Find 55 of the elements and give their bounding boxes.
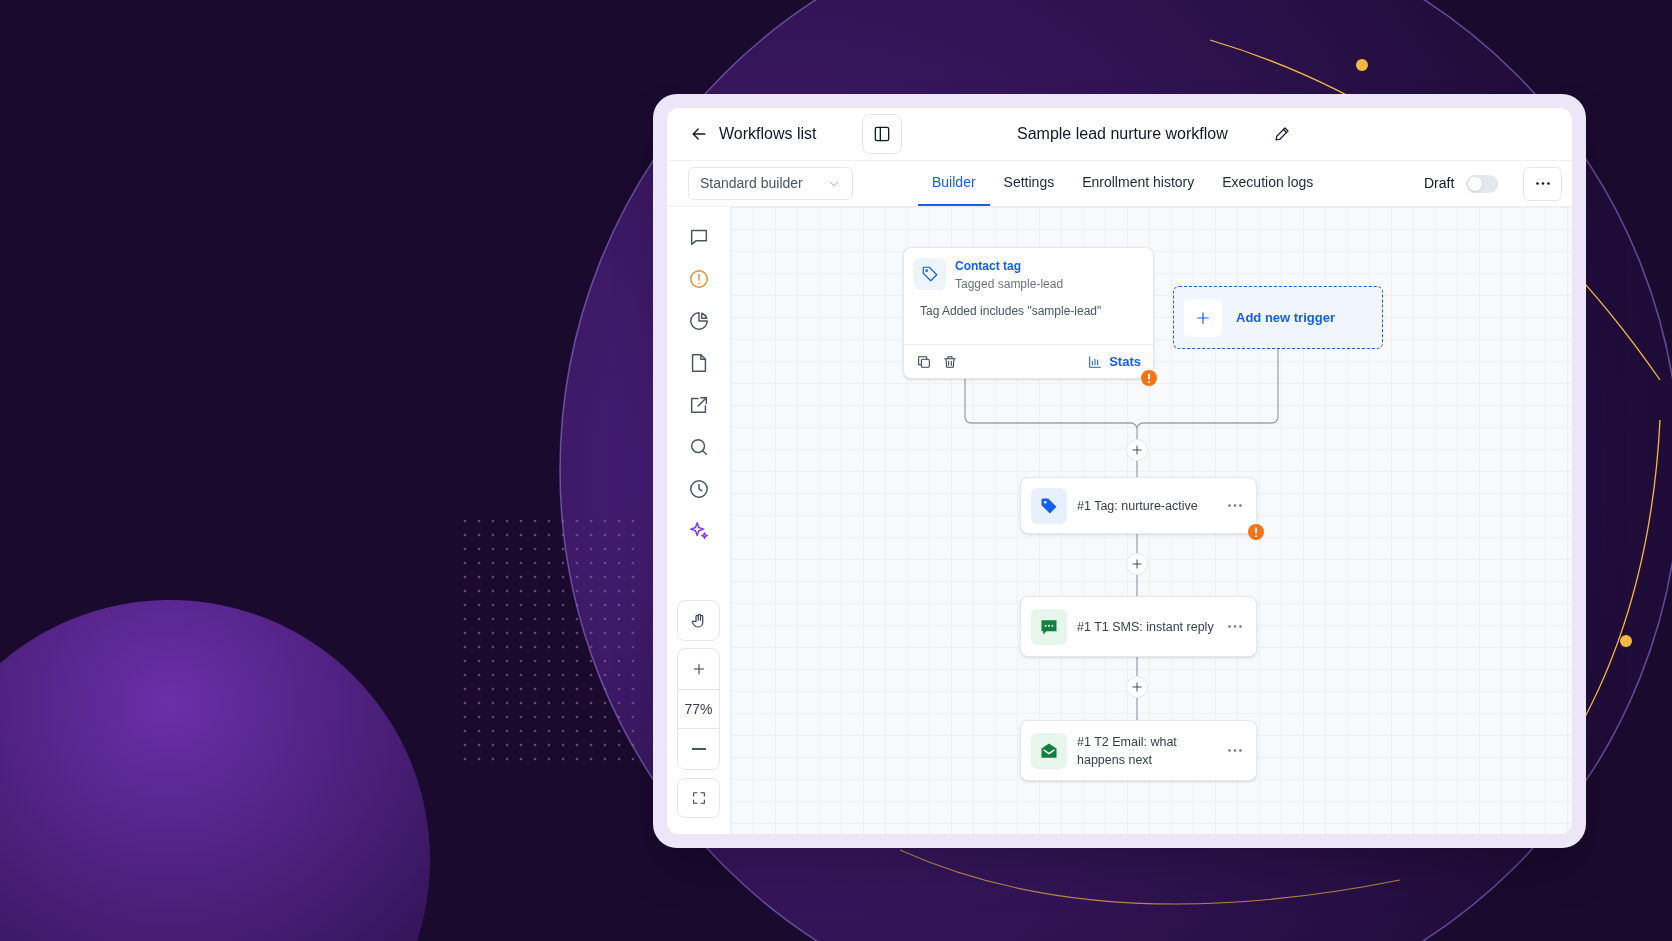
copy-icon [916,353,932,370]
fit-view-button[interactable] [677,778,720,818]
action-card[interactable]: #1 T1 SMS: instant reply [1020,596,1257,657]
add-trigger-button[interactable]: Add new trigger [1173,286,1383,349]
stats-button[interactable]: Stats [1087,351,1141,372]
expand-icon [690,790,707,806]
trigger-card[interactable]: Contact tag Tagged sample-lead Tag Added includes "sample-lead" Stats [903,247,1154,379]
action-label: #1 Tag: nurture-active [1077,497,1199,515]
tab[interactable]: Execution logs [1208,161,1328,206]
connector-line [1136,697,1138,721]
warning-icon [687,268,710,290]
pencil-icon [1273,125,1291,143]
zoom-level: 77% [678,689,719,729]
more-icon [1228,504,1242,507]
more-icon [1535,182,1550,185]
trigger-condition: Tag Added includes "sample-lead" [919,303,1103,320]
plus-icon [1130,557,1144,571]
action-label: #1 T1 SMS: instant reply [1077,618,1214,636]
sidebar-icon [872,124,892,144]
builder-select[interactable]: Standard builder [688,167,853,200]
more-icon [1228,625,1242,628]
add-step-button[interactable] [1126,439,1148,461]
connector-line [1136,533,1138,554]
tag-icon [921,265,939,283]
trigger-title: Contact tag [955,258,1022,274]
action-card[interactable]: #1 Tag: nurture-active [1020,477,1257,534]
back-link[interactable]: Workflows list [689,122,817,146]
bar-chart-icon [1087,353,1104,370]
window-title: Sample lead nurture workflow [1017,124,1228,144]
connector-line [1136,656,1138,677]
minus-icon [691,748,706,750]
add-step-button[interactable] [1126,553,1148,575]
pie-chart-icon [687,310,710,332]
clock-icon [687,478,710,500]
delete-button[interactable] [942,353,958,370]
tab[interactable]: Settings [989,161,1069,206]
plus-icon [1130,443,1144,457]
trigger-subtitle: Tagged sample-lead [955,276,1064,292]
connector-line [1136,460,1138,478]
add-step-button[interactable] [1126,676,1148,698]
copy-button[interactable] [916,353,932,370]
edit-button[interactable] [1273,125,1291,143]
tab[interactable]: Enrollment history [1068,161,1209,206]
toggle-switch[interactable] [1466,174,1498,193]
trash-icon [942,353,958,370]
sidebar-toggle-button[interactable] [862,114,902,154]
sparkles-icon [687,520,710,542]
pan-tool-button[interactable] [677,600,720,641]
action-card[interactable]: #1 T2 Email: what happens next [1020,720,1257,781]
more-icon [1228,749,1242,752]
connector-line [1136,428,1138,440]
plus-icon [1130,680,1144,694]
status-label: Draft [1424,174,1455,193]
connector-line [1136,574,1138,597]
action-label: #1 T2 Email: what happens next [1077,733,1178,769]
